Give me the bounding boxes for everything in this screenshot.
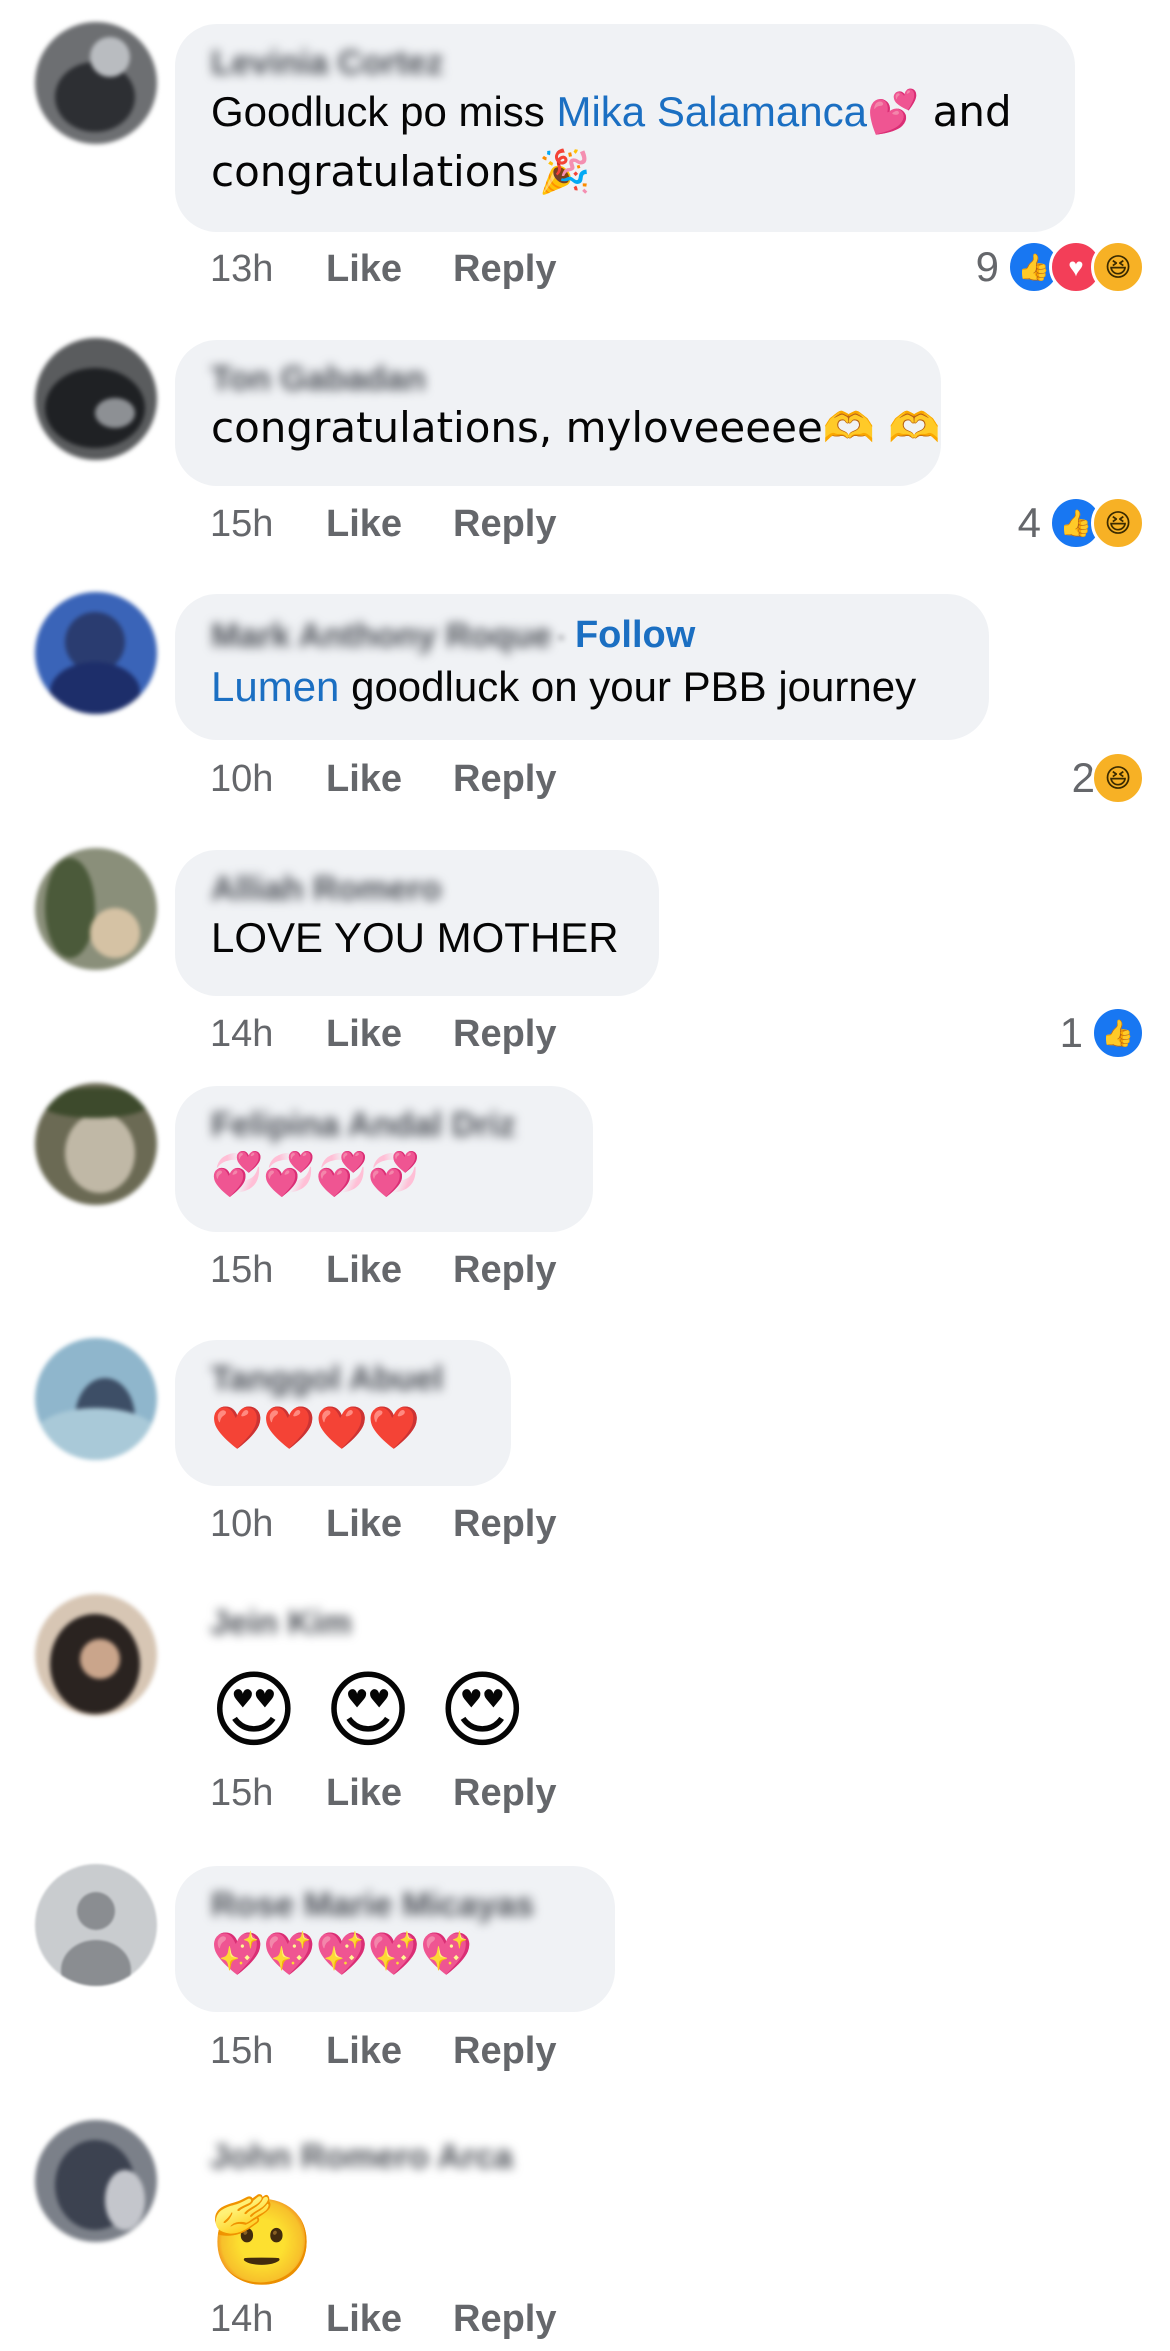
comment-text: congratulations, myloveeeee🫶 🫶 — [211, 403, 941, 452]
comment-text: Lumen goodluck on your PBB journey — [211, 663, 917, 710]
author-name[interactable]: Ton Gabadan — [211, 360, 426, 398]
reaction-summary[interactable]: 1 👍 — [1060, 1006, 1145, 1060]
author-name[interactable]: Jein Kim — [210, 1604, 352, 1642]
reaction-summary[interactable]: 4 👍 😆 — [1018, 496, 1145, 550]
avatar[interactable] — [35, 1594, 157, 1716]
comment-bubble: Tanggol Abuel ❤️❤️❤️❤️ — [175, 1340, 511, 1486]
timestamp[interactable]: 15h — [210, 1772, 326, 1815]
reply-button[interactable]: Reply — [453, 2030, 556, 2073]
comment-text: 🫡 — [210, 2191, 315, 2289]
comment-text-line2: congratulations🎉 — [211, 147, 592, 196]
reaction-count: 9 — [975, 243, 999, 290]
comment-text: Goodluck po miss Mika Salamanca💕 and — [211, 87, 1012, 136]
timestamp[interactable]: 13h — [210, 248, 326, 291]
reply-button[interactable]: Reply — [453, 1013, 556, 1056]
like-button[interactable]: Like — [326, 1249, 453, 1292]
like-button[interactable]: Like — [326, 503, 453, 546]
reply-button[interactable]: Reply — [453, 1503, 556, 1546]
haha-reaction-icon: 😆 — [1091, 240, 1145, 294]
like-button[interactable]: Like — [326, 2030, 453, 2073]
comment-text: 💖💖💖💖💖 — [211, 1929, 473, 1978]
like-button[interactable]: Like — [326, 2298, 453, 2341]
like-button[interactable]: Like — [326, 758, 453, 801]
like-button[interactable]: Like — [326, 1772, 453, 1815]
comment-bubble: Alliah Romero LOVE YOU MOTHER — [175, 850, 659, 996]
comment-meta: 14h Like Reply — [210, 2298, 556, 2341]
like-reaction-icon: 👍 — [1091, 1006, 1145, 1060]
comment-bubble: Felipina Andal Driz 💞💞💞💞 — [175, 1086, 593, 1232]
reaction-count: 4 — [1017, 499, 1041, 546]
comment-bubble: Mark Anthony Roque · Follow Lumen goodluck… — [175, 594, 989, 740]
avatar[interactable] — [35, 1338, 157, 1460]
author-name[interactable]: Tanggol Abuel — [211, 1360, 443, 1398]
avatar[interactable] — [35, 2120, 157, 2242]
author-name[interactable]: Mark Anthony Roque — [211, 617, 552, 655]
timestamp[interactable]: 14h — [210, 1013, 326, 1056]
reply-button[interactable]: Reply — [453, 758, 556, 801]
reaction-summary[interactable]: 9 👍 ♥ 😆 — [976, 240, 1145, 294]
author-name[interactable]: Rose Marie Micayas — [211, 1886, 534, 1924]
avatar[interactable] — [35, 592, 157, 714]
like-button[interactable]: Like — [326, 248, 453, 291]
haha-reaction-icon: 😆 — [1091, 751, 1145, 805]
avatar[interactable] — [35, 338, 157, 460]
comment-meta: 10h Like Reply — [210, 1503, 556, 1546]
comment-bubble: Levinia Cortez Goodluck po miss Mika Sal… — [175, 24, 1075, 232]
like-button[interactable]: Like — [326, 1503, 453, 1546]
comment-meta: 14h Like Reply — [210, 1013, 556, 1056]
comment-bubble: Ton Gabadan congratulations, myloveeeee🫶… — [175, 340, 941, 486]
avatar[interactable] — [35, 1083, 157, 1205]
reply-button[interactable]: Reply — [453, 248, 556, 291]
reply-button[interactable]: Reply — [453, 503, 556, 546]
comment-text: 😍 😍 😍 — [210, 1661, 527, 1759]
comment-bubble: Rose Marie Micayas 💖💖💖💖💖 — [175, 1866, 615, 2012]
reply-button[interactable]: Reply — [453, 2298, 556, 2341]
reaction-count: 1 — [1059, 1009, 1083, 1056]
timestamp[interactable]: 15h — [210, 2030, 326, 2073]
reaction-summary[interactable]: 2 😆 — [1072, 751, 1145, 805]
comment-text: ❤️❤️❤️❤️ — [211, 1403, 421, 1452]
author-name[interactable]: Alliah Romero — [211, 870, 441, 908]
haha-reaction-icon: 😆 — [1091, 496, 1145, 550]
avatar[interactable] — [35, 22, 157, 144]
avatar[interactable] — [35, 848, 157, 970]
comment-meta: 15h Like Reply — [210, 1249, 556, 1292]
mention-link[interactable]: Lumen — [211, 663, 339, 710]
author-name[interactable]: Levinia Cortez — [211, 44, 443, 82]
timestamp[interactable]: 10h — [210, 758, 326, 801]
reply-button[interactable]: Reply — [453, 1249, 556, 1292]
comment-text: LOVE YOU MOTHER — [211, 914, 619, 961]
default-avatar-head-icon — [77, 1892, 115, 1930]
timestamp[interactable]: 10h — [210, 1503, 326, 1546]
comment-meta: 15h Like Reply — [210, 503, 556, 546]
follow-button[interactable]: Follow — [575, 614, 695, 656]
reply-button[interactable]: Reply — [453, 1772, 556, 1815]
timestamp[interactable]: 15h — [210, 503, 326, 546]
timestamp[interactable]: 14h — [210, 2298, 326, 2341]
author-name[interactable]: John Romero Arca — [210, 2138, 513, 2176]
comment-meta: 13h Like Reply — [210, 248, 556, 291]
default-avatar-body-icon — [61, 1940, 131, 1986]
comment-meta: 15h Like Reply — [210, 2030, 556, 2073]
like-button[interactable]: Like — [326, 1013, 453, 1056]
mention-link[interactable]: Mika Salamanca — [556, 88, 866, 135]
author-name[interactable]: Felipina Andal Driz — [211, 1106, 516, 1144]
comment-meta: 10h Like Reply — [210, 758, 556, 801]
comment-body: John Romero Arca 🫡 — [210, 2138, 513, 2290]
comment-meta: 15h Like Reply — [210, 1772, 556, 1815]
timestamp[interactable]: 15h — [210, 1249, 326, 1292]
avatar[interactable] — [35, 1864, 157, 1986]
comment-body: Jein Kim 😍 😍 😍 — [210, 1604, 526, 1760]
comment-text: 💞💞💞💞 — [211, 1149, 421, 1198]
